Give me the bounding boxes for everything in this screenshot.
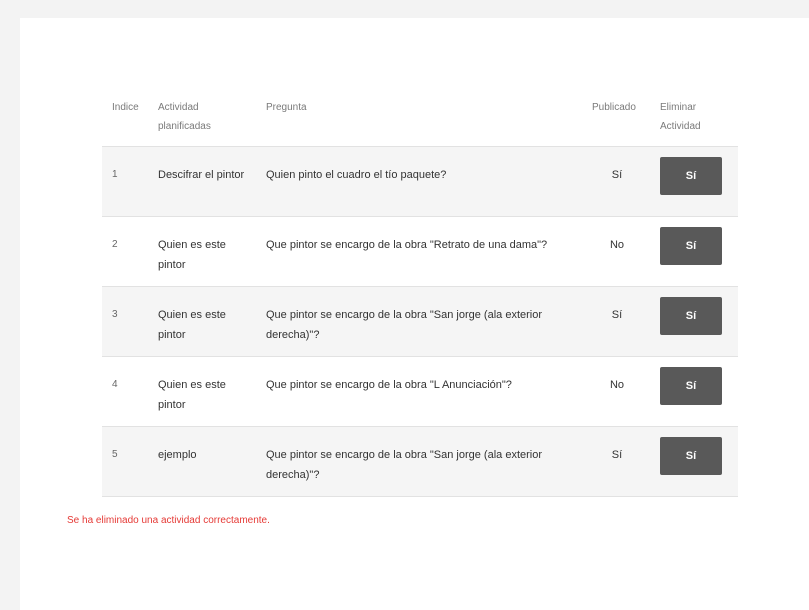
table-header-row: Indice Actividad planificadas Pregunta P… (102, 98, 738, 147)
table-header: Indice Actividad planificadas Pregunta P… (102, 98, 738, 147)
row-pregunta: Que pintor se encargo de la obra "L Anun… (266, 379, 512, 391)
row-indice: 5 (112, 449, 118, 460)
row-actividad: Quien es este pintor (158, 379, 226, 411)
row-publicado: No (609, 239, 625, 251)
row-actividad: Quien es este pintor (158, 239, 226, 271)
row-actividad: Quien es este pintor (158, 309, 226, 341)
row-indice: 3 (112, 309, 118, 320)
row-eliminar-cell: Sí (660, 147, 738, 217)
row-publicado: Sí (611, 169, 623, 181)
delete-activity-button[interactable]: Sí (660, 297, 722, 335)
row-actividad: ejemplo (158, 449, 197, 461)
row-eliminar-cell: Sí (660, 427, 738, 497)
row-pregunta: Que pintor se encargo de la obra "San jo… (266, 449, 543, 481)
header-indice: Indice (102, 98, 150, 147)
row-indice: 4 (112, 379, 118, 390)
row-indice: 1 (112, 169, 118, 180)
delete-activity-button[interactable]: Sí (660, 227, 722, 265)
table-row: 4 Quien es este pintor Que pintor se enc… (102, 356, 738, 427)
table-body: 1 Descifrar el pintor Quien pinto el cua… (102, 146, 738, 497)
activities-table: Indice Actividad planificadas Pregunta P… (102, 98, 738, 497)
row-pregunta: Que pintor se encargo de la obra "Retrat… (266, 239, 548, 251)
header-eliminar: Eliminar Actividad (660, 98, 738, 147)
row-indice: 2 (112, 239, 118, 250)
header-publicado: Publicado (588, 98, 660, 147)
row-eliminar-cell: Sí (660, 217, 738, 287)
row-pregunta: Que pintor se encargo de la obra "San jo… (266, 309, 543, 341)
delete-activity-button[interactable]: Sí (660, 437, 722, 475)
table-row: 5 ejemplo Que pintor se encargo de la ob… (102, 426, 738, 497)
row-eliminar-cell: Sí (660, 357, 738, 427)
status-message: Se ha eliminado una actividad correctame… (67, 515, 270, 526)
row-publicado: No (609, 379, 625, 391)
row-publicado: Sí (611, 309, 623, 321)
table-row: 1 Descifrar el pintor Quien pinto el cua… (102, 146, 738, 217)
table-row: 2 Quien es este pintor Que pintor se enc… (102, 216, 738, 287)
delete-activity-button[interactable]: Sí (660, 367, 722, 405)
row-actividad: Descifrar el pintor (158, 169, 245, 181)
header-pregunta: Pregunta (258, 98, 588, 147)
activities-table-container: Indice Actividad planificadas Pregunta P… (102, 98, 738, 497)
header-actividad: Actividad planificadas (150, 98, 258, 147)
row-publicado: Sí (611, 449, 623, 461)
row-eliminar-cell: Sí (660, 287, 738, 357)
row-pregunta: Quien pinto el cuadro el tío paquete? (266, 169, 447, 181)
table-row: 3 Quien es este pintor Que pintor se enc… (102, 286, 738, 357)
delete-activity-button[interactable]: Sí (660, 157, 722, 195)
